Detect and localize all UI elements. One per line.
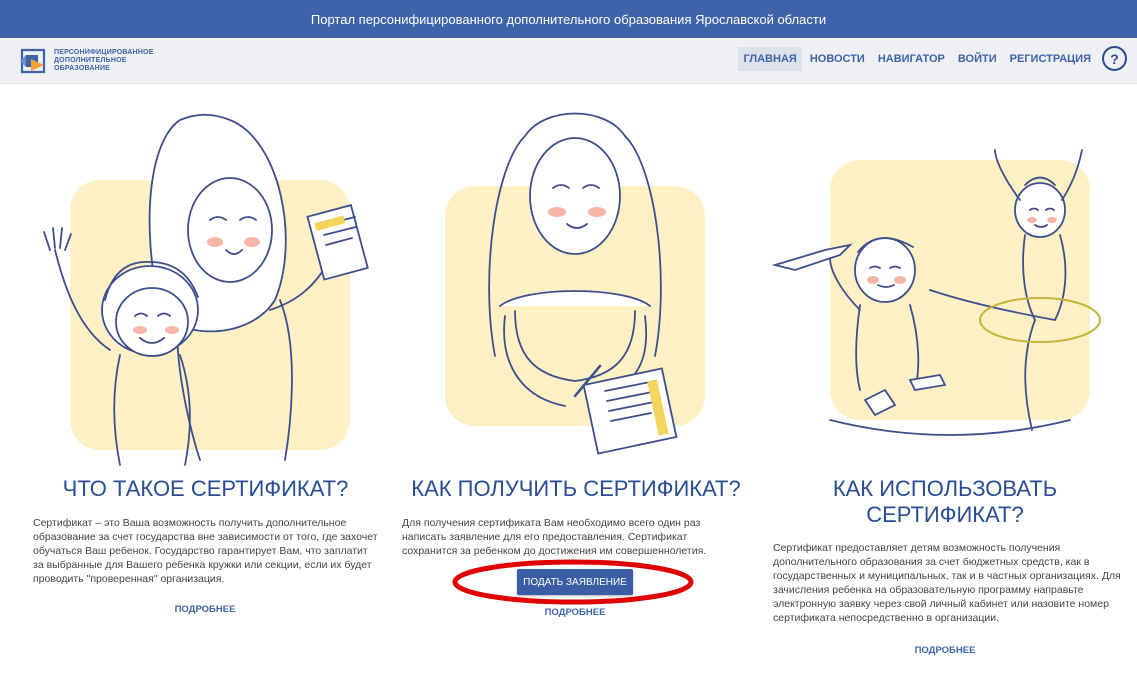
portal-title: Портал персонифицированного дополнительн… [310, 11, 827, 27]
how-to-use-certificate-more-link[interactable]: ПОДРОБНЕЕ [890, 645, 1000, 656]
nav-navigator[interactable]: НАВИГАТОР [873, 47, 950, 71]
submit-application-button[interactable]: ПОДАТЬ ЗАЯВЛЕНИЕ [517, 569, 633, 595]
how-to-get-certificate-more-link[interactable]: ПОДРОБНЕЕ [520, 607, 630, 618]
how-to-use-certificate-text: Сертификат предоставляет детям возможнос… [773, 542, 1121, 624]
what-is-certificate-text: Сертификат – это Ваша возможность получи… [33, 517, 378, 585]
site-logo[interactable]: ПЕРСОНИФИЦИРОВАННОЕ ДОПОЛНИТЕЛЬНОЕ ОБРАЗ… [18, 46, 154, 76]
nav-login[interactable]: ВОЙТИ [953, 47, 1002, 71]
logo-line-2: ДОПОЛНИТЕЛЬНОЕ [54, 57, 127, 64]
how-to-use-certificate-title: КАК ИСПОЛЬЗОВАТЬ СЕРТИФИКАТ? [832, 476, 1058, 527]
nav-news[interactable]: НОВОСТИ [805, 47, 870, 71]
how-to-get-certificate-title: КАК ПОЛУЧИТЬ СЕРТИФИКАТ? [411, 476, 741, 501]
main-menu: ГЛАВНАЯ НОВОСТИ НАВИГАТОР ВОЙТИ РЕГИСТРА… [735, 46, 1127, 71]
illustration-how-to-get-certificate [445, 112, 705, 455]
nav-register[interactable]: РЕГИСТРАЦИЯ [1005, 47, 1096, 71]
top-banner: Портал персонифицированного дополнительн… [0, 0, 1137, 38]
illustration-how-to-use-certificate [771, 149, 1101, 436]
navigation-bar: ПЕРСОНИФИЦИРОВАННОЕ ДОПОЛНИТЕЛЬНОЕ ОБРАЗ… [0, 38, 1137, 84]
logo-mark-icon [20, 48, 46, 74]
nav-home[interactable]: ГЛАВНАЯ [738, 46, 802, 71]
how-to-get-certificate-text: Для получения сертификата Вам необходимо… [402, 517, 707, 557]
what-is-certificate-title: ЧТО ТАКОЕ СЕРТИФИКАТ? [62, 476, 349, 501]
logo-line-1: ПЕРСОНИФИЦИРОВАННОЕ [54, 49, 154, 56]
illustration-what-is-certificate [43, 113, 369, 466]
logo-text: ПЕРСОНИФИЦИРОВАННОЕ ДОПОЛНИТЕЛЬНОЕ ОБРАЗ… [54, 49, 154, 73]
logo-line-3: ОБРАЗОВАНИЕ [54, 65, 111, 72]
what-is-certificate-more-link[interactable]: ПОДРОБНЕЕ [150, 604, 260, 615]
help-icon[interactable]: ? [1102, 46, 1127, 71]
